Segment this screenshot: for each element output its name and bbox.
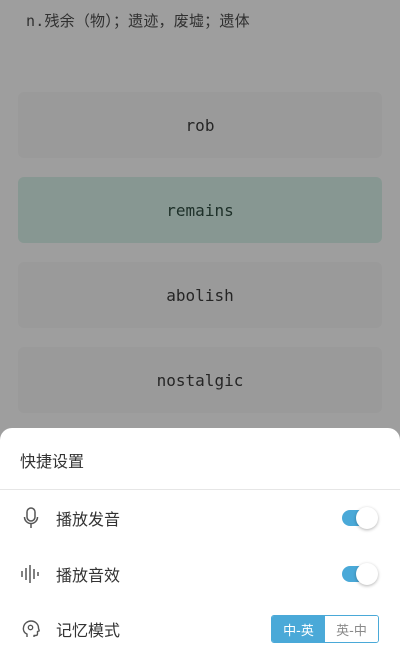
microphone-icon (20, 507, 42, 529)
memory-mode-en-zh[interactable]: 英-中 (325, 616, 378, 642)
setting-memory-mode: 记忆模式 中-英 英-中 (0, 609, 400, 649)
setting-label: 记忆模式 (56, 621, 121, 640)
brain-icon (20, 618, 42, 640)
setting-play-sound-effects: 播放音效 (0, 554, 400, 594)
pronunciation-toggle[interactable] (342, 507, 378, 529)
toggle-knob (356, 563, 378, 585)
memory-mode-segmented-control: 中-英 英-中 (271, 615, 379, 643)
setting-label: 播放发音 (56, 510, 121, 529)
quick-settings-sheet: 快捷设置 播放发音 播放音效 记忆模式 中-英 英-中 (0, 428, 400, 649)
setting-label: 播放音效 (56, 566, 121, 585)
sound-effects-toggle[interactable] (342, 563, 378, 585)
memory-mode-zh-en[interactable]: 中-英 (272, 616, 325, 642)
setting-play-pronunciation: 播放发音 (0, 498, 400, 538)
toggle-knob (356, 507, 378, 529)
sound-wave-icon (20, 563, 42, 585)
sheet-title: 快捷设置 (20, 452, 85, 471)
divider (0, 489, 400, 490)
